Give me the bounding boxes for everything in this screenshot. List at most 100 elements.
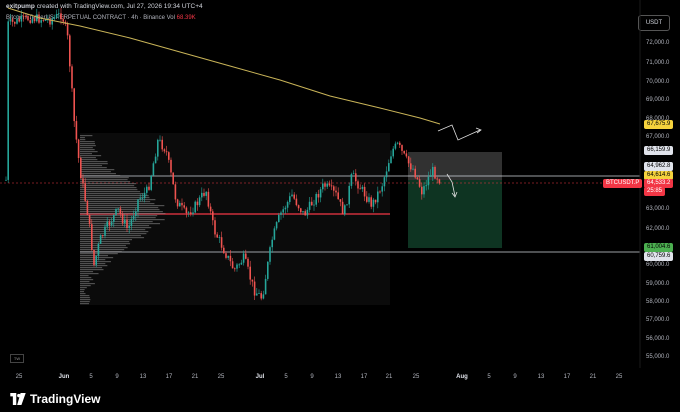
candle-body [416,177,419,180]
candle-body [124,219,126,224]
volume-profile-bar [80,191,141,193]
candle-body [104,226,106,236]
candle-body [205,191,207,196]
candle-body [394,143,397,149]
time-label: 13 [334,374,342,380]
volume-profile-bar [80,137,85,139]
time-label: 21 [191,374,199,380]
volume-profile-bar [80,303,90,305]
time-label: Aug [456,374,468,380]
ma-price-tag: 67,675.9 [644,120,674,129]
tradingview-logo[interactable]: TradingView [10,392,100,406]
candle-body [38,14,40,23]
candle-body [58,13,60,15]
volume-profile-bar [80,249,125,251]
candle-body [357,181,359,189]
volume-profile-bar [80,267,103,269]
candle-body [86,200,89,215]
volume-profile-bar [80,273,99,275]
candle-body [110,221,113,226]
candle-body [196,201,199,206]
candle-body [379,191,381,193]
candle-body [304,211,306,216]
candle-body [355,173,357,182]
candle-body [242,253,245,263]
candle-body [207,191,210,207]
candle-body [427,176,430,186]
volume-profile-bar [80,205,165,207]
volume-profile-bar [80,183,137,185]
candle-body [333,186,335,191]
volume-profile-bar [80,277,92,279]
candle-body [152,163,155,176]
volume-profile-bar [80,211,163,213]
volume-profile-bar [80,231,149,233]
candle-body [97,243,100,256]
volume-profile-bar [80,177,129,179]
candle-body [187,212,190,214]
box-bottom-price-tag: 61,004.6 [644,243,674,252]
candle-body [412,168,414,170]
candle-body [377,191,379,203]
candle-body [253,281,256,296]
candle-body [361,186,364,189]
candle-body [308,201,311,210]
volume-profile-bar [80,207,159,209]
candle-body [337,192,339,200]
candle-body [390,156,392,164]
candle-body [106,221,108,227]
candle-body [198,197,201,206]
volume-profile-bar [80,293,86,295]
countdown-tag: 25:85 [644,187,666,196]
moving-average-line [7,7,441,125]
candle-body [311,201,313,206]
candle-body [264,278,267,295]
volume-profile-bar [80,285,91,287]
candle-body [229,255,232,262]
time-label: 17 [563,374,571,380]
candle-body [372,199,375,207]
candle-body [220,237,223,248]
candle-body [148,186,150,190]
time-label: 9 [310,374,314,380]
chart-area[interactable]: exitpump created with TradingView.com, J… [0,0,680,386]
volume-profile-bar [80,289,85,291]
candle-body [267,261,269,279]
candle-body [247,258,249,267]
candle-body [300,208,302,213]
price-label: 55,000.0 [646,354,670,360]
volume-profile-bar [80,225,150,227]
candle-body [25,15,27,17]
volume-profile-bar [80,265,108,267]
price-label: 63,000.0 [646,206,670,212]
candle-body [322,183,324,190]
volume-profile-bar [80,239,133,241]
candle-body [84,183,86,201]
candle-body [363,186,366,197]
candle-body [71,66,73,89]
candle-body [438,179,441,184]
candle-body [401,145,403,151]
time-label: 13 [139,374,147,380]
price-plot[interactable] [0,0,680,386]
volume-profile-bar [80,233,147,235]
candle-body [418,179,421,187]
volume-profile-bar [80,245,126,247]
candle-body [352,173,355,175]
candle-body [227,255,229,258]
volume-profile-bar [80,217,156,219]
candle-body [313,204,315,206]
candle-body [9,19,12,22]
candle-body [82,178,84,184]
price-label: 60,000.0 [646,262,670,268]
price-label: 71,000.0 [646,60,670,66]
candle-body [359,188,361,190]
time-label: 25 [412,374,420,380]
candle-body [108,221,111,226]
price-label: 70,000.0 [646,79,670,85]
level-price-tag: 60,759.6 [644,252,674,261]
volume-profile-bar [80,161,108,163]
candle-body [201,192,203,198]
candle-body [165,151,168,153]
volume-profile-bar [80,157,96,159]
